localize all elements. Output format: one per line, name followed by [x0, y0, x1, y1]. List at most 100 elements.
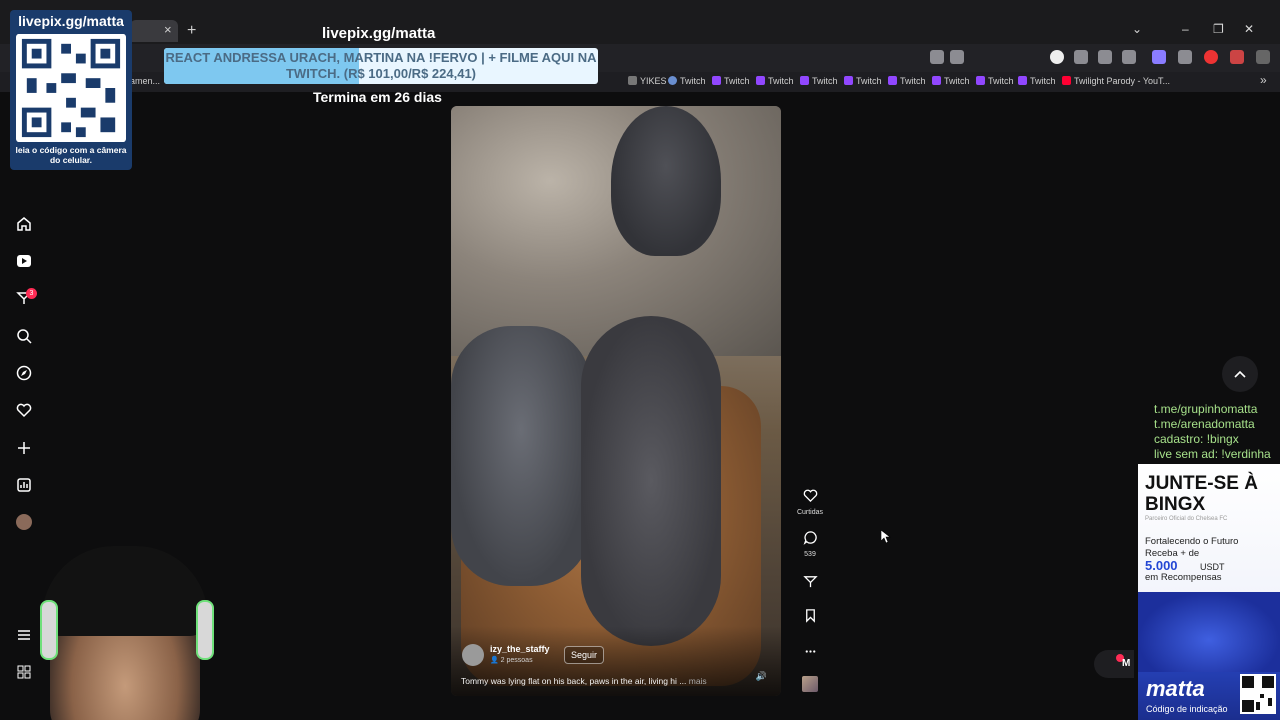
donation-goal-bar: REACT ANDRESSA URACH, MARTINA NA !FERVO …: [164, 48, 598, 84]
like-label: Curtidas: [796, 509, 824, 516]
bookmark-item[interactable]: Twitch: [976, 76, 1014, 86]
adblock-icon[interactable]: [1204, 50, 1218, 64]
install-icon[interactable]: [930, 50, 944, 64]
bingx-line: Fortalecendo o Futuro: [1145, 536, 1239, 547]
bookmark-icon: [805, 609, 815, 623]
share-button[interactable]: [794, 574, 826, 594]
extensions-icon[interactable]: [1074, 50, 1088, 64]
volume-icon[interactable]: 🔊: [756, 671, 767, 682]
link-line: live sem ad: !verdinha: [1154, 447, 1271, 461]
sound-thumbnail[interactable]: [802, 676, 818, 692]
bookmark-item[interactable]: Twitch: [1018, 76, 1056, 86]
referral-qr-icon: [1240, 674, 1276, 714]
extension-icon[interactable]: [1152, 50, 1166, 64]
bookmarks-overflow-icon[interactable]: »: [1260, 73, 1267, 87]
bingx-players-image: [1138, 592, 1280, 672]
scroll-up-button[interactable]: [1222, 356, 1258, 392]
share-icon: [802, 576, 818, 588]
bookmark-item[interactable]: YIKES: [628, 76, 667, 86]
more-icon: [805, 650, 815, 653]
minimize-button[interactable]: –: [1182, 22, 1189, 36]
chevron-up-icon: [1234, 370, 1246, 378]
author-name[interactable]: izy_the_staffy: [490, 644, 550, 654]
upload-icon[interactable]: [16, 440, 32, 456]
browser-tab-bar: × + ⌄ – ❐ ✕: [0, 0, 1280, 44]
bookmark-star-icon[interactable]: [950, 50, 964, 64]
link-line: t.me/grupinhomatta: [1154, 402, 1258, 416]
follow-button[interactable]: Seguir: [564, 646, 605, 664]
author-avatar[interactable]: [462, 644, 484, 666]
mouse-cursor-icon: [881, 530, 891, 544]
video-frame-dog: [451, 326, 591, 586]
extension-icon[interactable]: [1230, 50, 1244, 64]
bookmark-item[interactable]: Twitch: [712, 76, 750, 86]
extension-icon[interactable]: [1178, 50, 1192, 64]
chat-label: M: [1122, 658, 1131, 669]
qr-code-icon: [16, 34, 126, 142]
profile-avatar[interactable]: [16, 514, 32, 530]
goal-text: REACT ANDRESSA URACH, MARTINA NA !FERVO …: [165, 50, 597, 81]
bingx-partner: Parceiro Oficial do Chelsea FC: [1145, 516, 1228, 522]
new-tab-button[interactable]: +: [187, 22, 196, 40]
extension-c-icon[interactable]: [1050, 50, 1064, 64]
tab-list-icon[interactable]: ⌄: [1132, 22, 1142, 36]
window-controls: ⌄ – ❐ ✕: [1130, 22, 1280, 40]
bookmark-item[interactable]: amen...: [130, 76, 160, 86]
livepix-qr-overlay: livepix.gg/matta leia o código com a câm…: [10, 10, 132, 170]
goal-ends-label: Termina em 26 dias: [313, 89, 442, 105]
streamer-cap: [42, 546, 208, 636]
like-button[interactable]: Curtidas: [794, 488, 826, 516]
comments-count: 539: [804, 551, 816, 558]
link-line: cadastro: !bingx: [1154, 432, 1239, 446]
notification-badge: 3: [26, 288, 37, 299]
menu-icon[interactable]: [1256, 50, 1270, 64]
caption-text: Tommy was lying flat on his back, paws i…: [461, 676, 687, 686]
bookmark-item[interactable]: Twitch: [888, 76, 926, 86]
comments-button[interactable]: 539: [794, 530, 826, 558]
shield-icon[interactable]: [1098, 50, 1112, 64]
save-button[interactable]: [794, 608, 826, 628]
audio-icon[interactable]: [1122, 50, 1136, 64]
tab-close-icon[interactable]: ×: [164, 22, 172, 37]
close-window-button[interactable]: ✕: [1244, 22, 1254, 36]
stream-title: livepix.gg/matta: [322, 25, 436, 42]
bookmark-item[interactable]: Twitch: [668, 76, 706, 86]
stream-links: t.me/grupinhomatta t.me/arenadomatta cad…: [1154, 402, 1280, 462]
bingx-amount: 5.000: [1145, 558, 1178, 573]
bookmark-item[interactable]: Twitch: [756, 76, 794, 86]
comment-icon: [803, 531, 817, 545]
search-icon[interactable]: [16, 328, 32, 344]
bookmark-item[interactable]: Twitch: [932, 76, 970, 86]
headset-left: [40, 600, 58, 660]
home-icon[interactable]: [16, 216, 32, 232]
bingx-line: em Recompensas: [1145, 572, 1222, 583]
bingx-headline: JUNTE-SE À BINGX: [1145, 473, 1258, 515]
explore-icon[interactable]: [16, 365, 32, 381]
matta-referral: Código de indicação: [1146, 704, 1228, 714]
following-icon[interactable]: [16, 402, 32, 418]
streamer-webcam: [0, 540, 270, 720]
caption-more-link[interactable]: mais: [689, 676, 707, 686]
video-author: izy_the_staffy 👤 2 pessoas Seguir: [462, 644, 762, 668]
browser-toolbar: [926, 48, 1276, 68]
bingx-currency: USDT: [1200, 562, 1225, 572]
bookmark-item[interactable]: Twilight Parody - YouT...: [1062, 76, 1170, 86]
video-frame-floor: [451, 106, 781, 356]
video-player[interactable]: izy_the_staffy 👤 2 pessoas Seguir Tommy …: [451, 106, 781, 696]
video-actions: Curtidas 539: [794, 486, 826, 696]
bingx-ad: JUNTE-SE À BINGX Parceiro Oficial do Che…: [1138, 464, 1280, 720]
restore-button[interactable]: ❐: [1213, 22, 1224, 36]
chat-button[interactable]: M: [1094, 650, 1134, 678]
bookmark-item[interactable]: Twitch: [800, 76, 838, 86]
video-frame-dog: [581, 316, 721, 646]
bookmark-item[interactable]: Twitch: [844, 76, 882, 86]
headset-right: [196, 600, 214, 660]
video-caption: Tommy was lying flat on his back, paws i…: [461, 676, 741, 686]
qr-title: livepix.gg/matta: [18, 13, 124, 29]
screen: × + ⌄ – ❐ ✕ amen... YIKES Twitch Twitch …: [0, 0, 1280, 720]
live-icon[interactable]: [16, 253, 32, 269]
matta-logo: matta: [1146, 676, 1205, 701]
analytics-icon[interactable]: [16, 477, 32, 493]
more-button[interactable]: [794, 644, 826, 664]
heart-icon: [803, 489, 817, 503]
